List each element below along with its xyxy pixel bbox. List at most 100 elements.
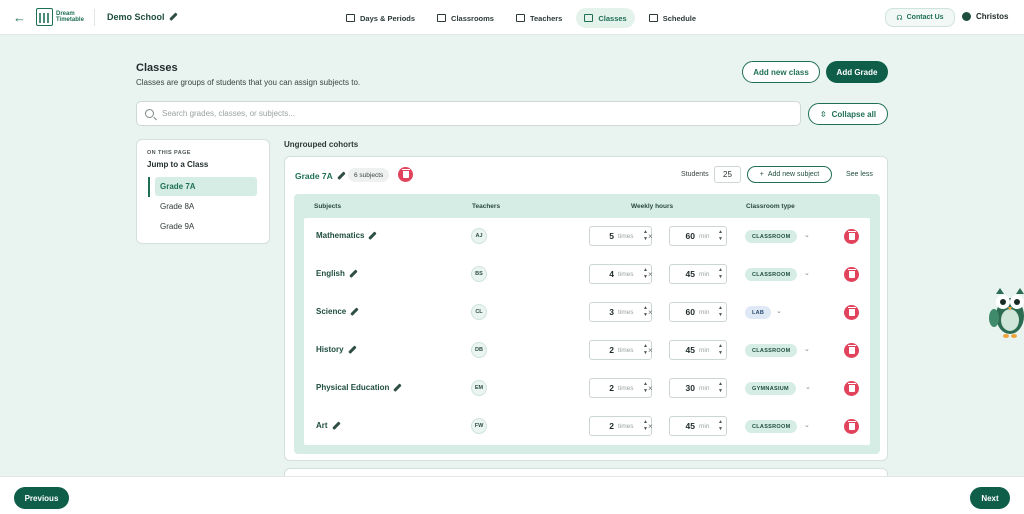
search-bar [136, 101, 801, 126]
minutes-stepper[interactable]: 60 min ▲ ▼ [669, 226, 727, 246]
stepper-arrows-icon[interactable]: ▲ ▼ [718, 419, 723, 433]
classroom-type-select[interactable]: CLASSROOM [745, 344, 798, 357]
times-per-week-stepper[interactable]: 2 times ▲ ▼ [589, 340, 652, 360]
chevron-down-icon[interactable]: ⌄ [804, 231, 810, 239]
nav-teachers[interactable]: Teachers [508, 8, 570, 28]
chevron-down-icon[interactable]: ⌄ [804, 421, 810, 429]
chevron-down-icon[interactable]: ⌄ [804, 345, 810, 353]
delete-subject-button[interactable] [844, 419, 859, 434]
pencil-icon[interactable] [393, 384, 401, 392]
subject-label: History [316, 345, 344, 354]
app-logo[interactable]: Dream Timetable [36, 8, 84, 26]
add-subject-label: Add new subject [767, 171, 820, 178]
group-title: Ungrouped cohorts [284, 140, 359, 149]
collapse-all-button[interactable]: ⇳ Collapse all [808, 103, 888, 125]
grade-name[interactable]: Grade 7A [295, 171, 345, 181]
user-menu[interactable]: Christos [962, 12, 1008, 21]
times-per-week-stepper[interactable]: 2 times ▲ ▼ [589, 416, 652, 436]
nav-classrooms[interactable]: Classrooms [429, 8, 502, 28]
stepper-arrows-icon[interactable]: ▲ ▼ [718, 343, 723, 357]
subject-name[interactable]: English [316, 269, 357, 278]
owl-mascot-icon[interactable] [986, 280, 1024, 340]
see-less-link[interactable]: See less [846, 171, 873, 178]
pencil-icon[interactable] [348, 346, 356, 354]
minutes-unit: min [699, 422, 710, 430]
minutes-stepper[interactable]: 60 min ▲ ▼ [669, 302, 727, 322]
times-per-week-stepper[interactable]: 5 times ▲ ▼ [589, 226, 652, 246]
chevron-down-icon[interactable]: ⌄ [805, 383, 811, 391]
subject-name[interactable]: Science [316, 307, 358, 316]
times-unit: times [618, 232, 634, 240]
contact-us-button[interactable]: ☊ Contact Us [885, 8, 955, 27]
teacher-avatar[interactable]: CL [471, 304, 487, 320]
minutes-stepper[interactable]: 30 min ▲ ▼ [669, 378, 727, 398]
minutes-unit: min [699, 270, 710, 278]
times-per-week-stepper[interactable]: 2 times ▲ ▼ [589, 378, 652, 398]
previous-button[interactable]: Previous [14, 487, 69, 509]
nav-days-periods[interactable]: Days & Periods [338, 8, 423, 28]
teacher-avatar[interactable]: EM [471, 380, 487, 396]
stepper-arrows-icon[interactable]: ▲ ▼ [718, 305, 723, 319]
trash-icon [847, 421, 856, 430]
toc-item-grade-9a[interactable]: Grade 9A [155, 217, 257, 236]
pencil-icon[interactable] [332, 422, 340, 430]
subject-name[interactable]: Mathematics [316, 231, 376, 240]
pencil-icon[interactable] [337, 172, 345, 180]
add-new-class-button[interactable]: Add new class [742, 61, 820, 83]
users-icon [584, 14, 594, 22]
teacher-avatar[interactable]: DB [471, 342, 487, 358]
delete-grade-button[interactable] [398, 167, 413, 182]
subject-name[interactable]: Physical Education [316, 383, 401, 392]
jump-to-class-panel: ON THIS PAGE Jump to a Class Grade 7A Gr… [136, 139, 270, 244]
user-avatar-icon [962, 12, 971, 21]
delete-subject-button[interactable] [844, 305, 859, 320]
multiply-sign: × [648, 346, 653, 355]
next-button[interactable]: Next [970, 487, 1010, 509]
delete-subject-button[interactable] [844, 381, 859, 396]
toc-item-grade-8a[interactable]: Grade 8A [155, 197, 257, 216]
times-unit: times [618, 384, 634, 392]
teacher-avatar[interactable]: FW [471, 418, 487, 434]
minutes-stepper[interactable]: 45 min ▲ ▼ [669, 416, 727, 436]
school-name-label: Demo School [107, 12, 165, 22]
header-subjects: Subjects [314, 203, 342, 210]
nav-label: Schedule [662, 13, 697, 23]
classroom-type-select[interactable]: LAB [745, 306, 772, 319]
nav-schedule[interactable]: Schedule [641, 8, 704, 28]
footer-bar: Previous Next [0, 476, 1024, 514]
teacher-avatar[interactable]: AJ [471, 228, 487, 244]
chevron-down-icon[interactable]: ⌄ [776, 307, 782, 315]
teacher-avatar[interactable]: BS [471, 266, 487, 282]
search-input[interactable] [162, 109, 782, 118]
subject-name[interactable]: History [316, 345, 356, 354]
times-per-week-stepper[interactable]: 4 times ▲ ▼ [589, 264, 652, 284]
delete-subject-button[interactable] [844, 343, 859, 358]
pencil-icon[interactable] [350, 308, 358, 316]
collapse-icon: ⇳ [819, 109, 827, 119]
school-name[interactable]: Demo School [107, 12, 177, 22]
pencil-icon[interactable] [368, 232, 376, 240]
add-grade-button[interactable]: Add Grade [826, 61, 888, 83]
delete-subject-button[interactable] [844, 267, 859, 282]
chevron-down-icon[interactable]: ⌄ [804, 269, 810, 277]
pencil-icon[interactable] [169, 13, 177, 21]
subject-name[interactable]: Art [316, 421, 340, 430]
nav-classes[interactable]: Classes [576, 8, 635, 28]
add-new-subject-button[interactable]: + Add new subject [747, 166, 832, 183]
classroom-type-select[interactable]: GYMNASIUM [745, 382, 796, 395]
stepper-arrows-icon[interactable]: ▲ ▼ [718, 229, 723, 243]
times-per-week-stepper[interactable]: 3 times ▲ ▼ [589, 302, 652, 322]
back-arrow-icon[interactable]: ← [13, 11, 27, 25]
toc-item-grade-7a[interactable]: Grade 7A [155, 177, 257, 196]
classroom-type-select[interactable]: CLASSROOM [745, 230, 798, 243]
delete-subject-button[interactable] [844, 229, 859, 244]
headset-icon: ☊ [896, 14, 903, 22]
minutes-stepper[interactable]: 45 min ▲ ▼ [669, 340, 727, 360]
classroom-type-select[interactable]: CLASSROOM [745, 268, 798, 281]
pencil-icon[interactable] [349, 270, 357, 278]
stepper-arrows-icon[interactable]: ▲ ▼ [718, 381, 723, 395]
students-input[interactable]: 25 [714, 166, 741, 183]
classroom-type-select[interactable]: CLASSROOM [745, 420, 798, 433]
minutes-stepper[interactable]: 45 min ▲ ▼ [669, 264, 727, 284]
stepper-arrows-icon[interactable]: ▲ ▼ [718, 267, 723, 281]
